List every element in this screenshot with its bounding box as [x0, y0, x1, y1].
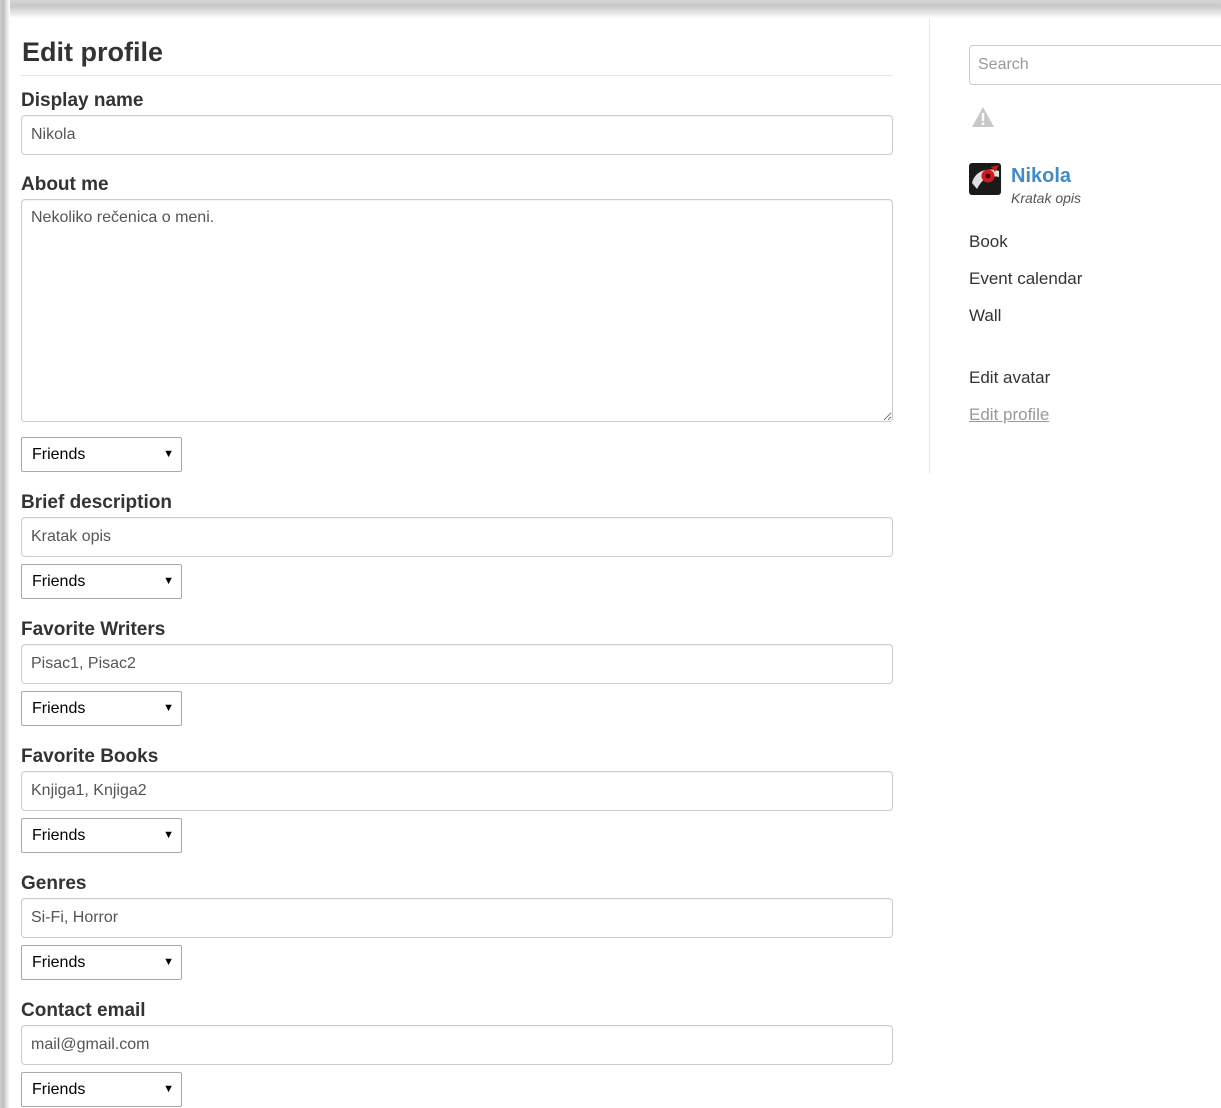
nav-link-event-calendar[interactable]: Event calendar: [969, 269, 1082, 289]
profile-description: Kratak opis: [1011, 190, 1082, 206]
about-me-visibility-select[interactable]: Friends ▼: [21, 437, 182, 472]
dropdown-arrow-icon: ▼: [163, 702, 174, 714]
display-name-label: Display name: [21, 90, 144, 111]
dropdown-arrow-icon: ▼: [163, 448, 174, 460]
about-me-label: About me: [21, 174, 109, 195]
brief-description-input[interactable]: [21, 517, 893, 557]
favorite-books-input[interactable]: [21, 771, 893, 811]
dropdown-arrow-icon: ▼: [163, 829, 174, 841]
display-name-input[interactable]: [21, 115, 893, 155]
dropdown-arrow-icon: ▼: [163, 575, 174, 587]
select-value: Friends: [32, 954, 86, 971]
nav-link-wall[interactable]: Wall: [969, 306, 1001, 326]
search-input[interactable]: [969, 45, 1221, 85]
contact-email-visibility-select[interactable]: Friends ▼: [21, 1072, 182, 1107]
window-top-shadow: [0, 0, 1221, 18]
brief-description-label: Brief description: [21, 492, 172, 513]
favorite-writers-input[interactable]: [21, 644, 893, 684]
select-value: Friends: [32, 700, 86, 717]
warning-triangle-icon: [972, 107, 994, 127]
favorite-books-visibility-select[interactable]: Friends ▼: [21, 818, 182, 853]
profile-name-link[interactable]: Nikola: [1011, 165, 1071, 188]
nav-link-book[interactable]: Book: [969, 232, 1008, 252]
favorite-writers-visibility-select[interactable]: Friends ▼: [21, 691, 182, 726]
brief-description-visibility-select[interactable]: Friends ▼: [21, 564, 182, 599]
dropdown-arrow-icon: ▼: [163, 1083, 174, 1095]
favorite-writers-label: Favorite Writers: [21, 619, 166, 640]
about-me-textarea[interactable]: Nekoliko rečenica o meni.: [21, 199, 893, 422]
window-left-shadow: [0, 0, 10, 1108]
favorite-books-label: Favorite Books: [21, 746, 159, 767]
page-title: Edit profile: [21, 32, 893, 76]
nav-link-edit-avatar[interactable]: Edit avatar: [969, 368, 1050, 388]
dropdown-arrow-icon: ▼: [163, 956, 174, 968]
genres-label: Genres: [21, 873, 87, 894]
select-value: Friends: [32, 573, 86, 590]
genres-visibility-select[interactable]: Friends ▼: [21, 945, 182, 980]
select-value: Friends: [32, 827, 86, 844]
edit-profile-form: Edit profile Display name About me Nekol…: [21, 32, 893, 1107]
sidebar: Nikola Kratak opis Book Event calendar W…: [929, 18, 1221, 474]
select-value: Friends: [32, 1081, 86, 1098]
contact-email-label: Contact email: [21, 1000, 146, 1021]
genres-input[interactable]: [21, 898, 893, 938]
avatar[interactable]: [969, 163, 1001, 195]
nav-link-edit-profile[interactable]: Edit profile: [969, 405, 1049, 425]
select-value: Friends: [32, 446, 86, 463]
contact-email-input[interactable]: [21, 1025, 893, 1065]
